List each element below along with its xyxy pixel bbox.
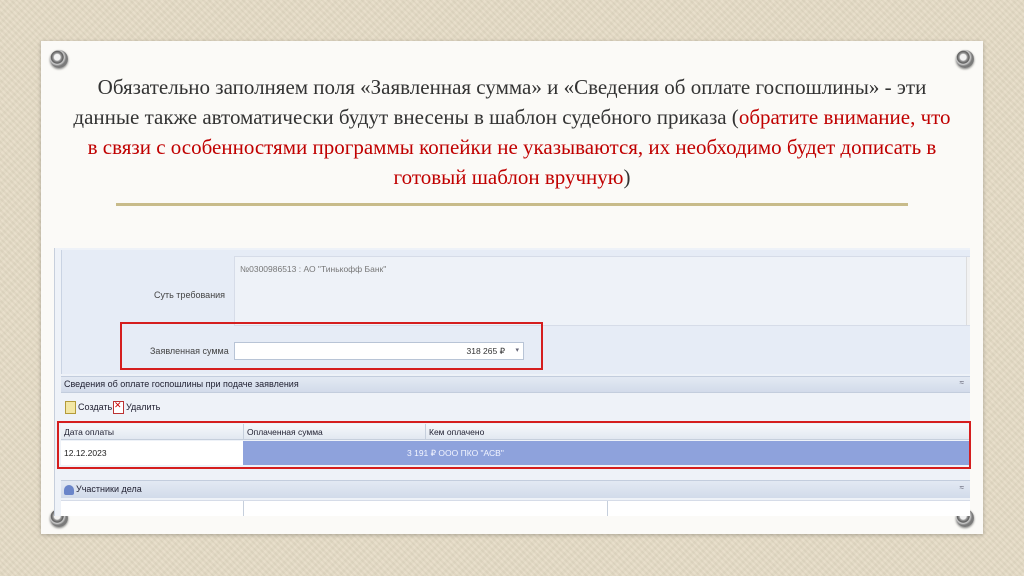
heading-underline: [116, 203, 908, 206]
date-value: 12.12.2023: [64, 448, 107, 458]
amount-label: Заявленная сумма: [150, 346, 229, 356]
participants-title-wrap: Участники дела: [64, 484, 142, 495]
pushpin-icon: [50, 50, 68, 68]
delete-label: Удалить: [126, 401, 161, 412]
claim-label: Суть требования: [154, 290, 226, 300]
app-screenshot: Суть требования №0300986513 : АО "Тинько…: [54, 248, 970, 516]
amount-field[interactable]: 318 265 ₽ ▾: [234, 342, 524, 360]
claim-text: №0300986513 : АО "Тинькофф Банк": [240, 264, 387, 274]
create-label: Создать: [78, 401, 113, 412]
participants-section-header[interactable]: Участники дела ≈: [61, 480, 970, 498]
amount-payer-value: 3 191 ₽ ООО ПКО "АСВ": [407, 448, 504, 458]
fee-section-header[interactable]: Сведения об оплате госпошлины при подаче…: [61, 376, 970, 393]
fee-section-title: Сведения об оплате госпошлины при подаче…: [64, 379, 299, 389]
claim-form: Суть требования №0300986513 : АО "Тинько…: [61, 250, 970, 374]
people-icon: [64, 484, 74, 495]
chevron-down-icon[interactable]: ▾: [515, 346, 519, 354]
vertical-scrollbar[interactable]: ▲ ▼: [966, 257, 970, 325]
column-divider: [425, 424, 426, 439]
participants-title: Участники дела: [76, 484, 142, 494]
create-button[interactable]: Создать: [65, 401, 112, 414]
column-divider: [243, 501, 244, 516]
new-document-icon: [65, 401, 76, 414]
column-header-payer[interactable]: Кем оплачено: [429, 427, 484, 437]
claim-textarea[interactable]: №0300986513 : АО "Тинькофф Банк" ▲ ▼: [234, 256, 970, 326]
date-cell[interactable]: 12.12.2023: [61, 441, 243, 465]
column-divider: [607, 501, 608, 516]
column-header-date[interactable]: Дата оплаты: [64, 427, 114, 437]
column-header-amount[interactable]: Оплаченная сумма: [247, 427, 323, 437]
slide-heading: Обязательно заполняем поля «Заявленная с…: [70, 72, 954, 192]
table-row[interactable]: 12.12.2023 3 191 ₽ ООО ПКО "АСВ": [61, 441, 970, 465]
heading-closing-paren: ): [623, 165, 631, 189]
scroll-up-icon[interactable]: ▲: [969, 259, 970, 265]
delete-icon: [113, 400, 124, 414]
participants-grid-header: [61, 500, 970, 516]
column-divider: [243, 424, 244, 439]
delete-button[interactable]: Удалить: [113, 400, 161, 414]
collapse-icon[interactable]: ≈: [960, 483, 964, 492]
fee-toolbar: Создать Удалить: [61, 398, 970, 418]
collapse-icon[interactable]: ≈: [960, 378, 964, 387]
pushpin-icon: [956, 50, 974, 68]
scroll-down-icon[interactable]: ▼: [969, 317, 970, 323]
fee-grid-header: Дата оплаты Оплаченная сумма Кем оплачен…: [61, 424, 970, 440]
amount-value: 318 265 ₽: [466, 346, 506, 356]
